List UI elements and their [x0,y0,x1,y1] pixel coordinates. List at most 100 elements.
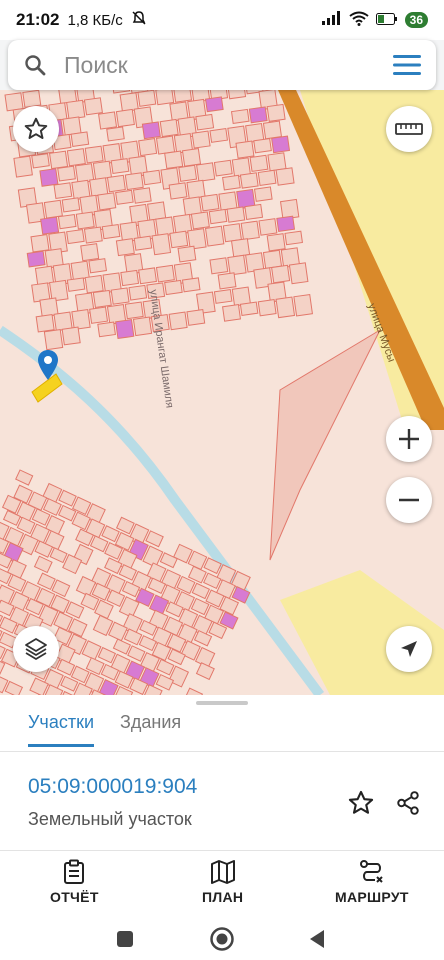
parcel[interactable] [92,289,112,308]
parcel[interactable] [200,193,220,212]
home-button[interactable] [207,924,237,954]
recents-button[interactable] [110,924,140,954]
parcel[interactable] [209,128,229,143]
parcel[interactable] [186,308,206,326]
parcel[interactable] [266,233,286,252]
parcel[interactable] [218,191,238,211]
parcel[interactable] [70,131,90,147]
location-marker-icon[interactable] [37,350,59,380]
parcel[interactable] [106,174,126,193]
parcel[interactable] [257,169,277,186]
parcel[interactable] [190,211,210,230]
parcel[interactable] [195,662,215,681]
parcel[interactable] [155,90,175,106]
ruler-button[interactable] [386,106,432,152]
parcel[interactable] [111,90,131,94]
parcel[interactable] [92,160,113,181]
parcel[interactable] [156,658,175,676]
parcel[interactable] [213,159,233,177]
parcel[interactable] [98,111,118,130]
parcel[interactable] [276,215,296,233]
parcel[interactable] [128,284,148,301]
parcel[interactable] [248,106,268,124]
parcel[interactable] [262,120,283,140]
parcel[interactable] [58,489,77,507]
parcel[interactable] [22,90,42,108]
parcel[interactable] [115,319,135,340]
parcel[interactable] [239,301,259,316]
parcel[interactable] [178,164,198,182]
parcel[interactable] [44,684,64,695]
parcel[interactable] [127,645,146,662]
search-icon[interactable] [22,52,48,78]
parcel[interactable] [239,172,259,189]
parcel[interactable] [293,293,313,317]
parcel[interactable] [66,99,86,120]
parcel[interactable] [31,153,50,169]
parcel[interactable] [213,288,233,304]
parcel[interactable] [40,216,60,235]
parcel[interactable] [159,118,179,138]
menu-icon[interactable] [392,50,422,80]
parcel[interactable] [137,90,157,107]
parcel[interactable] [49,547,68,564]
parcel[interactable] [271,264,291,284]
report-button[interactable]: ОТЧЁТ [50,859,99,905]
share-button[interactable] [392,787,424,819]
parcel[interactable] [253,138,272,154]
parcel[interactable] [191,130,211,149]
parcel[interactable] [147,201,167,221]
parcel[interactable] [15,469,34,486]
parcel[interactable] [155,135,176,155]
zoom-out-button[interactable] [386,477,432,523]
parcel[interactable] [177,245,197,263]
parcel[interactable] [83,226,103,244]
layers-button[interactable] [13,626,59,672]
parcel[interactable] [56,658,76,676]
parcel[interactable] [169,230,189,249]
parcel[interactable] [97,321,116,338]
parcel[interactable] [83,97,103,116]
parcel[interactable] [258,218,278,236]
parcel[interactable] [115,238,135,257]
parcel[interactable] [262,249,283,269]
parcel[interactable] [88,258,107,274]
parcel[interactable] [80,243,100,262]
parcel[interactable] [288,262,309,285]
parcel[interactable] [132,316,153,337]
parcel[interactable] [62,116,82,136]
parcel[interactable] [35,314,55,333]
parcel[interactable] [275,296,296,319]
parcel[interactable] [97,646,117,664]
parcel[interactable] [226,206,246,223]
parcel[interactable] [112,638,132,655]
large-parcel[interactable] [269,328,382,561]
parcel[interactable] [271,135,291,154]
parcel[interactable] [89,535,109,553]
parcel[interactable] [182,196,202,216]
parcel[interactable] [89,306,109,324]
parcel[interactable] [138,138,158,157]
parcel[interactable] [240,220,260,241]
parcel[interactable] [97,192,117,211]
parcel[interactable] [186,179,206,200]
parcel[interactable] [4,680,24,695]
parcel[interactable] [257,298,277,317]
back-button[interactable] [302,924,332,954]
parcel[interactable] [168,182,188,200]
parcel[interactable] [110,287,130,305]
parcel[interactable] [33,555,53,574]
map-canvas[interactable]: улица Ирангат Шамиля улица Мусы [0,90,444,695]
parcel[interactable] [164,150,184,170]
parcel[interactable] [123,628,143,646]
parcel[interactable] [71,309,91,331]
parcel[interactable] [155,264,175,283]
parcel[interactable] [181,277,201,293]
parcel[interactable] [235,140,255,159]
parcel-number[interactable]: 05:09:000019:904 [28,775,197,799]
cadastral-map[interactable]: улица Ирангат Шамиля улица Мусы [0,90,444,695]
parcel[interactable] [227,254,247,276]
zoom-in-button[interactable] [386,416,432,462]
parcel[interactable] [75,211,95,230]
parcel[interactable] [61,197,81,213]
